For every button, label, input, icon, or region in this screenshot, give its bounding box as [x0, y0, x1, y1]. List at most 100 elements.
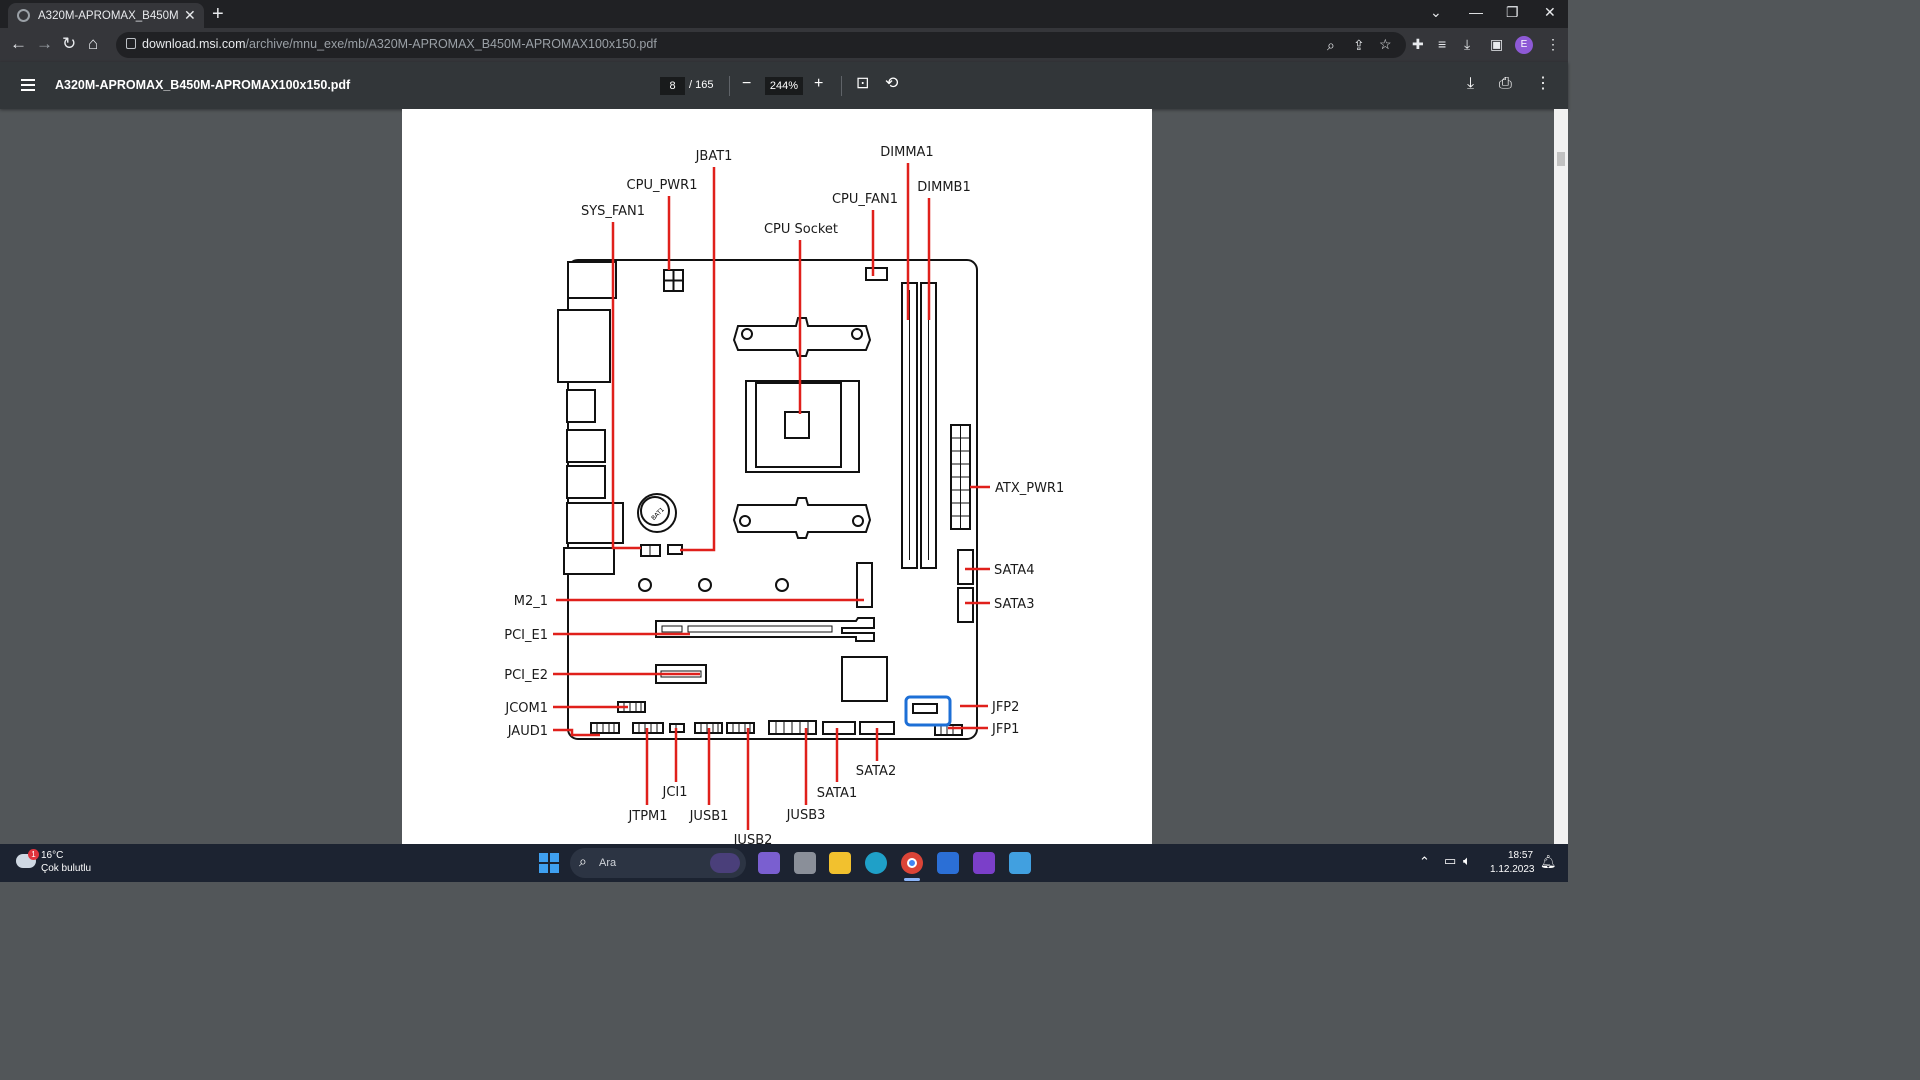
sata3-port	[957, 587, 974, 623]
motherboard-diagram: BAT1 JBAT1 DIMMA1 DIMMB1 CPU_PWR1 CPU_FA…	[504, 145, 1064, 848]
label-jusb2: JUSB2	[733, 833, 773, 844]
globe-icon	[17, 9, 30, 22]
io-hdmi	[566, 389, 596, 423]
forward-icon[interactable]: →	[36, 34, 53, 54]
divider	[841, 76, 842, 96]
io-audio	[563, 547, 615, 575]
more-options-icon[interactable]: ⋮	[1535, 74, 1551, 94]
downloads-icon[interactable]: ⤓	[1464, 36, 1470, 52]
label-jusb1: JUSB1	[689, 809, 729, 824]
zoom-icon[interactable]: ⌕	[1327, 37, 1335, 53]
search-placeholder: Ara	[599, 857, 617, 869]
label-jcom1: JCOM1	[504, 701, 548, 716]
clock-time[interactable]: 18:57	[1508, 850, 1533, 861]
battery-label: BAT1	[650, 506, 666, 522]
profile-avatar[interactable]: E	[1515, 36, 1533, 54]
weather-badge: 1	[28, 849, 39, 860]
chrome-icon[interactable]	[901, 852, 923, 874]
notepad-icon[interactable]	[1009, 852, 1031, 874]
task-view-icon[interactable]	[794, 852, 816, 874]
widgets-icon[interactable]	[758, 852, 780, 874]
home-icon[interactable]: ⌂	[88, 34, 98, 54]
pdf-page: BAT1 JBAT1 DIMMA1 DIMMB1 CPU_PWR1 CPU_FA…	[402, 109, 1152, 848]
label-cpu-fan1: CPU_FAN1	[832, 192, 898, 207]
browser-tab[interactable]: A320M-APROMAX_B450M-APR ✕	[8, 3, 204, 28]
taskbar-search[interactable]: ⌕ Ara	[570, 848, 746, 878]
share-icon[interactable]: ⇪	[1353, 37, 1365, 53]
pin-ticks	[596, 545, 954, 735]
minimize-button[interactable]: —	[1469, 4, 1483, 20]
sata4-port	[957, 549, 974, 585]
restore-button[interactable]: ❐	[1506, 4, 1519, 21]
label-cpu-pwr1: CPU_PWR1	[627, 178, 698, 193]
label-jtpm1: JTPM1	[627, 809, 667, 824]
sata1-port	[822, 721, 856, 735]
zoom-in-icon[interactable]: +	[814, 74, 823, 94]
label-dimmb1: DIMMB1	[917, 180, 970, 195]
fit-page-icon[interactable]: ⊡	[856, 74, 869, 94]
volume-icon[interactable]: 🔈︎	[1463, 853, 1471, 869]
label-sata4: SATA4	[994, 563, 1034, 578]
notification-icon[interactable]: 🔔︎	[1540, 854, 1557, 870]
print-icon[interactable]: ⎙	[1499, 74, 1512, 94]
label-jbat1: JBAT1	[695, 149, 733, 164]
tray-chevron-icon[interactable]: ⌃	[1419, 854, 1430, 870]
close-tab-icon[interactable]: ✕	[184, 7, 196, 24]
app-icon[interactable]	[973, 852, 995, 874]
label-sata3: SATA3	[994, 597, 1034, 612]
scrollbar-thumb[interactable]	[1557, 152, 1565, 166]
download-icon[interactable]: ⤓	[1467, 74, 1474, 94]
reading-list-icon[interactable]: ≡	[1438, 36, 1446, 52]
label-jfp1: JFP1	[991, 722, 1019, 737]
label-m2-1: M2_1	[514, 594, 548, 609]
label-sata1: SATA1	[817, 786, 857, 801]
tab-strip: A320M-APROMAX_B450M-APR ✕ + ⌄ — ❐ ✕	[0, 0, 1568, 28]
tab-title: A320M-APROMAX_B450M-APR	[38, 9, 178, 22]
label-dimma1: DIMMA1	[880, 145, 933, 160]
pcie-x16-slot	[655, 617, 875, 642]
jfp2-header	[912, 703, 938, 714]
network-icon[interactable]: ▭	[1444, 853, 1456, 869]
edge-icon[interactable]	[865, 852, 887, 874]
chipset	[841, 656, 888, 702]
weather-status[interactable]: Çok bulutlu	[41, 863, 91, 874]
label-pci-e2: PCI_E2	[504, 668, 548, 683]
temperature[interactable]: 16°C	[41, 850, 63, 861]
bookmark-star-icon[interactable]: ☆	[1379, 36, 1392, 52]
side-panel-icon[interactable]: ▣	[1490, 36, 1503, 52]
io-vga-dvi	[557, 309, 611, 383]
zoom-level-input[interactable]: 244%	[765, 77, 803, 95]
label-jfp2: JFP2	[991, 700, 1019, 715]
back-icon[interactable]: ←	[10, 34, 27, 54]
bracket-top	[732, 317, 872, 357]
taskbar: 1 16°C Çok bulutlu ⌕ Ara ⌃ ▭ 🔈︎ 18:57 1.…	[0, 844, 1568, 882]
close-window-button[interactable]: ✕	[1544, 4, 1556, 21]
label-atx-pwr1: ATX_PWR1	[995, 481, 1064, 496]
tab-search-icon[interactable]: ⌄	[1430, 4, 1442, 21]
cpu-socket-inner	[755, 382, 842, 468]
menu-icon[interactable]	[21, 79, 35, 94]
reload-icon[interactable]: ↻	[62, 34, 76, 54]
address-toolbar: ← → ↻ ⌂ download.msi.com/archive/mnu_exe…	[0, 28, 1568, 62]
new-tab-button[interactable]: +	[212, 4, 224, 24]
label-sata2: SATA2	[856, 764, 896, 779]
rotate-icon[interactable]: ⟲	[885, 74, 898, 94]
clock-date[interactable]: 1.12.2023	[1490, 864, 1535, 875]
page-number-input[interactable]: 8	[660, 77, 685, 95]
address-bar[interactable]: download.msi.com/archive/mnu_exe/mb/A320…	[116, 32, 1406, 58]
store-icon[interactable]	[937, 852, 959, 874]
zoom-out-icon[interactable]: −	[742, 74, 751, 94]
file-explorer-icon[interactable]	[829, 852, 851, 874]
browser-menu-icon[interactable]: ⋮	[1546, 36, 1560, 52]
label-jaud1: JAUD1	[507, 724, 548, 739]
windows-start-icon[interactable]	[539, 853, 559, 873]
cpu-socket-center	[784, 411, 810, 439]
bracket-bottom	[732, 497, 872, 539]
io-usb-a	[566, 429, 606, 463]
extensions-icon[interactable]: ✚	[1412, 36, 1424, 52]
label-sys-fan1: SYS_FAN1	[581, 204, 645, 219]
active-app-indicator	[904, 878, 920, 881]
label-jusb3: JUSB3	[786, 808, 826, 823]
vertical-scrollbar[interactable]	[1554, 109, 1568, 844]
label-cpu-socket: CPU Socket	[764, 222, 838, 237]
